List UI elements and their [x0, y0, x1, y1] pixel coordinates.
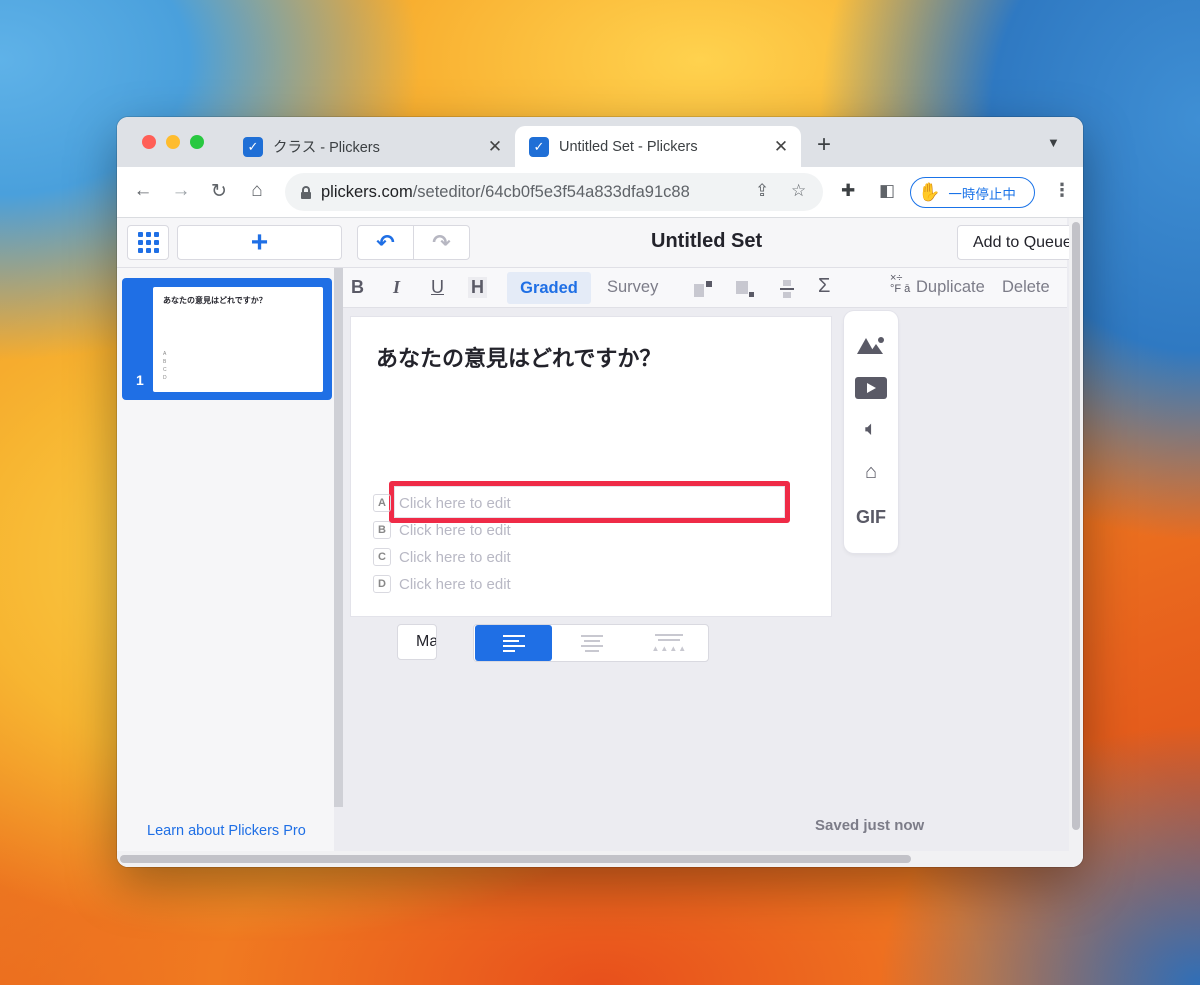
gif-button[interactable]: GIF	[844, 507, 898, 528]
bold-button[interactable]: B	[351, 277, 364, 298]
app-grid-button[interactable]	[127, 225, 169, 260]
slide-sidebar: 1 あなたの意見はどれですか？ A B C D Learn about Plic…	[117, 268, 334, 867]
format-toolbar: B I U H Graded Survey Σ ×÷ °F ā Duplicate…	[343, 268, 1067, 308]
tab-strip: ✓ クラス - Plickers ✕ ✓ Untitled Set - Plic…	[117, 117, 1083, 167]
choice-d[interactable]: D Click here to edit	[373, 574, 511, 594]
add-slide-button[interactable]: +	[177, 225, 342, 260]
learn-plickers-pro-link[interactable]: Learn about Plickers Pro	[147, 823, 306, 839]
choice-letter: A	[373, 494, 391, 512]
audio-speaker-icon[interactable]: 🔈︎	[844, 418, 898, 441]
math-button[interactable]: Ma	[397, 624, 437, 660]
duplicate-button[interactable]: Duplicate	[916, 278, 985, 297]
choice-text[interactable]: Click here to edit	[399, 522, 511, 539]
symbols-icon[interactable]: ×÷ °F ā	[890, 273, 914, 295]
close-tab-icon[interactable]: ✕	[769, 137, 793, 157]
align-center-icon	[580, 634, 603, 652]
browser-menu-icon[interactable]: ⋮	[1053, 180, 1071, 201]
back-arrow-icon[interactable]: ←	[131, 180, 155, 202]
bookmark-star-icon[interactable]: ☆	[791, 181, 806, 201]
extensions-puzzle-icon[interactable]: ✚	[841, 181, 855, 201]
horizontal-scrollbar[interactable]	[117, 851, 1069, 867]
choice-letter: B	[373, 521, 391, 539]
close-tab-icon[interactable]: ✕	[483, 137, 507, 157]
delete-button[interactable]: Delete	[1002, 278, 1050, 297]
layout-media-bottom-icon[interactable]	[735, 279, 755, 299]
undo-redo-group: ↶ ↷	[357, 225, 470, 260]
grid-icon	[137, 232, 159, 253]
app-header: + ↶ ↷ Untitled Set Add to Queue	[117, 218, 1077, 268]
profile-paused-button[interactable]: ✋ 一時停止中	[910, 177, 1035, 208]
choice-letter: D	[373, 575, 391, 593]
align-center-button[interactable]	[553, 625, 630, 661]
minimize-window-button[interactable]	[166, 135, 180, 149]
add-to-queue-button[interactable]: Add to Queue	[957, 225, 1077, 260]
align-grid-icon: ▲▲▲▲	[651, 633, 687, 653]
sound-library-icon[interactable]: ⌂	[844, 461, 898, 484]
image-icon[interactable]	[844, 335, 898, 355]
slide-thumbnail[interactable]: 1 あなたの意見はどれですか？ A B C D	[122, 278, 332, 400]
side-panel-icon[interactable]: ◧	[879, 181, 895, 201]
align-choices-grid-button[interactable]: ▲▲▲▲	[631, 625, 708, 661]
maximize-window-button[interactable]	[190, 135, 204, 149]
choice-a[interactable]: A Click here to edit	[373, 493, 511, 513]
browser-window: ✓ クラス - Plickers ✕ ✓ Untitled Set - Plic…	[117, 117, 1083, 867]
choice-b[interactable]: B Click here to edit	[373, 520, 511, 540]
plickers-app: + ↶ ↷ Untitled Set Add to Queue 1 あなたの意見…	[117, 218, 1083, 867]
set-title[interactable]: Untitled Set	[651, 230, 762, 253]
italic-button[interactable]: I	[393, 277, 400, 298]
choice-letter: C	[373, 548, 391, 566]
close-window-button[interactable]	[142, 135, 156, 149]
new-tab-button[interactable]: +	[817, 131, 831, 159]
reload-icon[interactable]: ↻	[207, 180, 231, 203]
paused-label: 一時停止中	[948, 186, 1016, 202]
home-icon[interactable]: ⌂	[245, 180, 269, 202]
equation-button[interactable]: Σ	[818, 275, 830, 298]
slide-preview: あなたの意見はどれですか？ A B C D	[153, 287, 323, 392]
heading-button[interactable]: H	[468, 277, 487, 298]
tab-classes[interactable]: ✓ クラス - Plickers ✕	[229, 126, 515, 167]
question-canvas: あなたの意見はどれですか？ A Click here to edit B Cli…	[351, 317, 831, 616]
share-icon[interactable]: ⇪	[755, 181, 769, 201]
choice-text[interactable]: Click here to edit	[399, 576, 511, 593]
survey-toggle[interactable]: Survey	[607, 278, 658, 297]
slide-preview-question: あなたの意見はどれですか？	[163, 296, 267, 305]
choice-text[interactable]: Click here to edit	[399, 495, 511, 512]
video-icon[interactable]	[844, 377, 898, 399]
tab-title: Untitled Set - Plickers	[559, 138, 698, 155]
media-insert-panel: 🔈︎ ⌂ GIF	[844, 311, 898, 553]
tab-untitled-set[interactable]: ✓ Untitled Set - Plickers ✕	[515, 126, 801, 167]
slide-number: 1	[136, 372, 144, 388]
redo-icon[interactable]: ↷	[414, 230, 469, 256]
choice-c[interactable]: C Click here to edit	[373, 547, 511, 567]
align-left-icon	[502, 634, 525, 652]
layout-media-right-icon[interactable]	[693, 279, 713, 299]
tab-search-chevron-icon[interactable]: ▼	[1047, 135, 1060, 150]
sidebar-scrollbar[interactable]	[334, 268, 343, 807]
underline-button[interactable]: U	[431, 277, 444, 298]
hand-icon: ✋	[918, 182, 941, 202]
forward-arrow-icon[interactable]: →	[169, 180, 193, 202]
plickers-favicon-icon: ✓	[243, 136, 263, 157]
browser-toolbar: ← → ↻ ⌂ plickers.com/seteditor/64cb0f5e3…	[117, 167, 1083, 218]
vertical-scrollbar[interactable]	[1069, 218, 1083, 867]
layout-media-center-icon[interactable]	[777, 279, 797, 299]
lock-icon	[301, 185, 311, 199]
plickers-favicon-icon: ✓	[529, 136, 549, 157]
align-left-button[interactable]	[475, 625, 553, 661]
alignment-group: ▲▲▲▲	[473, 624, 709, 662]
save-status: Saved just now	[815, 817, 925, 834]
choice-text[interactable]: Click here to edit	[399, 549, 511, 566]
tab-title: クラス - Plickers	[273, 140, 380, 156]
slide-preview-choices: A B C D	[163, 351, 167, 381]
question-text[interactable]: あなたの意見はどれですか？	[376, 341, 661, 373]
undo-icon[interactable]: ↶	[358, 230, 413, 256]
url-text[interactable]: plickers.com/seteditor/64cb0f5e3f54a833d…	[321, 183, 690, 202]
graded-toggle[interactable]: Graded	[507, 272, 591, 304]
address-bar[interactable]: plickers.com/seteditor/64cb0f5e3f54a833d…	[285, 173, 823, 211]
